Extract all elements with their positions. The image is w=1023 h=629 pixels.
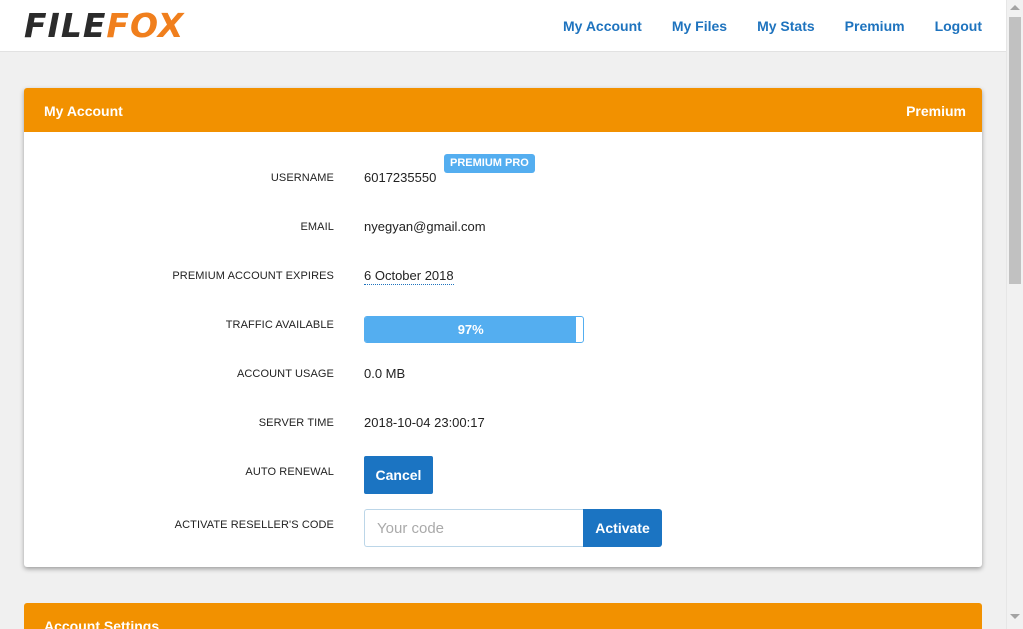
main-nav: My Account My Files My Stats Premium Log… bbox=[533, 17, 982, 35]
account-settings-panel: Account Settings bbox=[24, 603, 982, 629]
premium-pro-badge: PREMIUM PRO bbox=[444, 154, 535, 173]
page-scrollbar[interactable] bbox=[1006, 0, 1023, 629]
traffic-progress-fill: 97% bbox=[365, 317, 577, 342]
scroll-up-arrow-icon[interactable] bbox=[1010, 5, 1020, 10]
usage-row: ACCOUNT USAGE 0.0 MB bbox=[24, 364, 982, 388]
server-time-value: 2018-10-04 23:00:17 bbox=[364, 415, 485, 430]
traffic-progress-bar: 97% bbox=[364, 316, 584, 343]
auto-renewal-label: AUTO RENEWAL bbox=[245, 466, 334, 478]
scroll-thumb[interactable] bbox=[1009, 17, 1021, 284]
username-value: 6017235550 bbox=[364, 170, 437, 185]
username-label: USERNAME bbox=[270, 172, 334, 184]
logo-wordmark: FILEFOX bbox=[24, 9, 184, 43]
nav-my-stats[interactable]: My Stats bbox=[757, 17, 815, 35]
filefox-logo[interactable]: FILEFOX bbox=[24, 9, 228, 43]
account-status: Premium bbox=[906, 103, 966, 119]
account-settings-title: Account Settings bbox=[44, 618, 160, 629]
expires-label: PREMIUM ACCOUNT EXPIRES bbox=[172, 270, 334, 282]
my-account-panel: My Account Premium USERNAME 6017235550 P… bbox=[24, 88, 982, 567]
activate-button[interactable]: Activate bbox=[583, 509, 662, 547]
usage-value: 0.0 MB bbox=[364, 366, 406, 381]
nav-premium[interactable]: Premium bbox=[845, 17, 905, 35]
panel-header: My Account Premium bbox=[24, 88, 982, 132]
scroll-down-arrow-icon[interactable] bbox=[1010, 614, 1020, 619]
logo-fox-text: FOX bbox=[106, 6, 185, 45]
expires-row: PREMIUM ACCOUNT EXPIRES 6 October 2018 bbox=[24, 266, 982, 290]
nav-my-files[interactable]: My Files bbox=[672, 17, 727, 35]
email-value: nyegyan@gmail.com bbox=[364, 219, 486, 234]
email-label: EMAIL bbox=[300, 221, 334, 233]
server-time-row: SERVER TIME 2018-10-04 23:00:17 bbox=[24, 413, 982, 437]
nav-my-account[interactable]: My Account bbox=[563, 17, 642, 35]
reseller-code-input[interactable] bbox=[364, 509, 584, 547]
expires-date-link[interactable]: 6 October 2018 bbox=[364, 268, 454, 285]
cancel-renewal-button[interactable]: Cancel bbox=[364, 456, 433, 494]
reseller-code-label: ACTIVATE RESELLER'S CODE bbox=[174, 519, 334, 531]
panel-title: My Account bbox=[44, 103, 123, 119]
traffic-label: TRAFFIC AVAILABLE bbox=[225, 319, 334, 331]
auto-renewal-row: AUTO RENEWAL bbox=[24, 462, 982, 486]
logo-file-text: FILE bbox=[24, 6, 107, 45]
email-row: EMAIL nyegyan@gmail.com bbox=[24, 217, 982, 241]
usage-label: ACCOUNT USAGE bbox=[236, 368, 334, 380]
server-time-label: SERVER TIME bbox=[258, 417, 334, 429]
nav-logout[interactable]: Logout bbox=[935, 17, 982, 35]
top-header: FILEFOX My Account My Files My Stats Pre… bbox=[0, 0, 1006, 52]
